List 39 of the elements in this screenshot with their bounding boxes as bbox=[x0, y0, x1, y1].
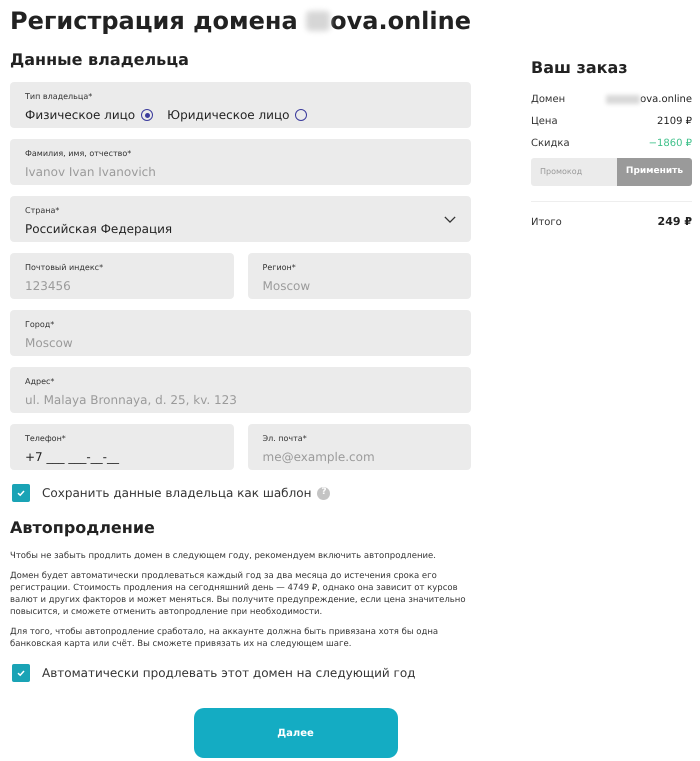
check-icon bbox=[16, 668, 26, 678]
select-field[interactable]: Страна* Российская Федерация bbox=[10, 196, 471, 242]
order-label: Цена bbox=[531, 114, 558, 128]
input-field[interactable]: Регион* Moscow bbox=[248, 253, 471, 299]
checkbox[interactable] bbox=[12, 664, 30, 682]
checkbox-label: Сохранить данные владельца как шаблон bbox=[42, 485, 312, 502]
order-label: Домен bbox=[531, 92, 566, 106]
check-icon bbox=[16, 488, 26, 498]
order-label: Скидка bbox=[531, 136, 570, 150]
input-field[interactable]: Телефон* +7 ___ ___-__-__ bbox=[10, 424, 234, 470]
paragraph: Для того, чтобы автопродление сработало, на аккаунте должна быть привязана хотя бы одна банковская карта или счёт. Вы сможете привязать их на следующем шаге. bbox=[10, 626, 440, 650]
order-value: −1860 ₽ bbox=[648, 136, 692, 150]
input-field[interactable]: Почтовый индекс* 123456 bbox=[10, 253, 234, 299]
order-heading: Ваш заказ bbox=[531, 57, 629, 79]
input-field[interactable]: Город* Moscow bbox=[10, 310, 471, 356]
input-field[interactable]: Адрес* ul. Malaya Bronnaya, d. 25, kv. 123 bbox=[10, 367, 471, 413]
page-title: Регистрация домена bbox=[10, 6, 298, 37]
blurred-text bbox=[606, 94, 640, 104]
section-heading: Данные владельца bbox=[10, 49, 190, 71]
section-heading: Автопродление bbox=[10, 517, 156, 539]
blurred-text bbox=[306, 11, 330, 31]
paragraph: Домен будет автоматически продлеваться каждый год за два месяца до истечения срока его регистрации. Стоимость продления на сегодняшний день — 4749 ₽, однако она зависит от курсов валют и других факторов и может меняться. Вы получите предупреждение, если цена значительно повысится, и сможете отменить автопродление при необходимости. bbox=[10, 570, 467, 618]
radio-option[interactable]: Юридическое лицо bbox=[167, 106, 308, 124]
page-title-domain: ova.online bbox=[330, 6, 471, 37]
input-field[interactable]: Фамилия, имя, отчество* Ivanov Ivan Ivanovich bbox=[10, 139, 471, 185]
radio-icon[interactable] bbox=[141, 109, 154, 121]
total-label: Итого bbox=[531, 216, 562, 230]
checkbox-label: Автоматически продлевать этот домен на следующий год bbox=[42, 665, 416, 682]
field-label: Тип владельца* bbox=[25, 91, 94, 103]
radio-icon[interactable] bbox=[295, 109, 308, 121]
paragraph: Чтобы не забыть продлить домен в следующем году, рекомендуем включить автопродление. bbox=[10, 550, 437, 562]
order-value: 2109 ₽ bbox=[657, 114, 692, 128]
input-field[interactable]: Эл. почта* me@example.com bbox=[248, 424, 471, 470]
radio-option[interactable]: Физическое лицо bbox=[25, 106, 154, 124]
chevron-down-icon bbox=[444, 216, 456, 223]
checkbox[interactable] bbox=[12, 484, 30, 502]
promo-code-field[interactable]: Промокод bbox=[531, 158, 617, 186]
order-value: ova.online bbox=[640, 92, 692, 106]
total-value: 249 ₽ bbox=[658, 214, 692, 230]
